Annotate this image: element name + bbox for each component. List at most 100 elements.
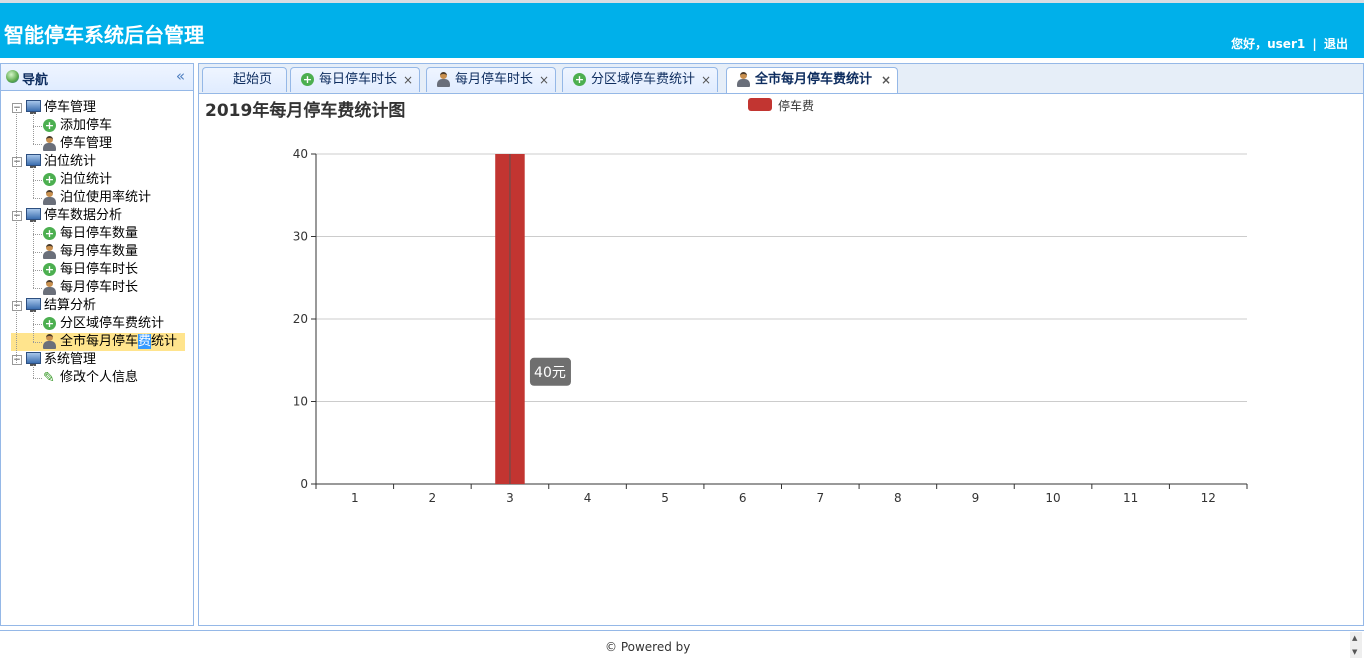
close-icon[interactable]: × bbox=[403, 68, 413, 92]
close-icon[interactable]: × bbox=[539, 68, 549, 92]
app-header: 智能停车系统后台管理 您好，user1 | 退出 bbox=[0, 3, 1364, 58]
user-box: 您好，user1 | 退出 bbox=[1231, 35, 1348, 52]
add-icon: + bbox=[573, 73, 586, 86]
close-icon[interactable]: × bbox=[701, 68, 711, 92]
collapse-toggle-icon[interactable]: − bbox=[12, 157, 22, 167]
collapse-toggle-icon[interactable]: − bbox=[12, 211, 22, 221]
tree-item[interactable]: 泊位使用率统计 bbox=[1, 189, 193, 207]
x-tick-label: 11 bbox=[1123, 491, 1138, 505]
tab-label: 分区域停车费统计 bbox=[591, 72, 696, 87]
x-tick-label: 4 bbox=[584, 491, 592, 505]
tab[interactable]: + 每日停车时长 × bbox=[290, 67, 420, 92]
computer-icon bbox=[26, 100, 41, 114]
x-tick-label: 7 bbox=[816, 491, 824, 505]
collapse-toggle-icon[interactable]: − bbox=[12, 301, 22, 311]
collapse-panel-button[interactable]: « bbox=[176, 67, 185, 85]
tree-group-label: 泊位统计 bbox=[44, 154, 97, 169]
logout-link[interactable]: 退出 bbox=[1324, 37, 1348, 51]
y-tick-label: 40 bbox=[293, 147, 308, 161]
x-tick-label: 12 bbox=[1201, 491, 1216, 505]
pencil-icon: ✎ bbox=[43, 370, 55, 386]
x-tick-label: 8 bbox=[894, 491, 902, 505]
scroll-up-icon[interactable]: ▲ bbox=[1352, 634, 1357, 642]
add-icon: + bbox=[43, 317, 56, 330]
y-tick-label: 20 bbox=[293, 312, 308, 326]
tree-item[interactable]: + 泊位统计 bbox=[1, 171, 193, 189]
tree-group[interactable]: − 泊位统计 bbox=[1, 153, 193, 171]
tree-connector bbox=[16, 109, 17, 365]
user-icon bbox=[737, 72, 750, 87]
label-part: 统计 bbox=[151, 334, 178, 349]
y-tick-label: 30 bbox=[293, 230, 308, 244]
tree-item[interactable]: ✎ 修改个人信息 bbox=[1, 369, 193, 387]
tree-item[interactable]: 每月停车时长 bbox=[1, 279, 193, 297]
tree-item[interactable]: 停车管理 bbox=[1, 135, 193, 153]
tree-item-label: 泊位使用率统计 bbox=[60, 190, 152, 205]
y-tick-label: 0 bbox=[300, 477, 308, 491]
x-tick-label: 5 bbox=[661, 491, 669, 505]
tab-label: 每月停车时长 bbox=[455, 72, 534, 87]
add-icon: + bbox=[43, 263, 56, 276]
nav-panel: 导航 « − 停车管理 + 添加停车 停车管理 − 泊位统计 + 泊位统计 泊位使用率统计 − 停车数… bbox=[0, 63, 194, 626]
tree-item-label: 修改个人信息 bbox=[60, 370, 139, 385]
x-tick-label: 10 bbox=[1045, 491, 1060, 505]
tree-group-label: 停车管理 bbox=[44, 100, 97, 115]
computer-icon bbox=[26, 352, 41, 366]
tree-item[interactable]: + 每日停车时长 bbox=[1, 261, 193, 279]
tree-connector bbox=[33, 378, 42, 379]
app-title: 智能停车系统后台管理 bbox=[4, 23, 204, 47]
footer-text: © Powered by bbox=[605, 640, 691, 654]
tab[interactable]: + 分区域停车费统计 × bbox=[562, 67, 718, 92]
tree-item-label: 添加停车 bbox=[60, 118, 113, 133]
tree-connector bbox=[33, 234, 42, 235]
nav-header: 导航 « bbox=[1, 64, 193, 91]
tree-item[interactable]: + 添加停车 bbox=[1, 117, 193, 135]
tree-group[interactable]: − 系统管理 bbox=[1, 351, 193, 369]
tree-group[interactable]: − 结算分析 bbox=[1, 297, 193, 315]
tree-connector bbox=[33, 113, 34, 144]
tree-item-label: 全市每月停车费统计 bbox=[60, 333, 177, 351]
tree-connector bbox=[33, 144, 42, 145]
tree-item-label: 每月停车数量 bbox=[60, 244, 139, 259]
header-separator: | bbox=[1312, 37, 1317, 51]
nav-title: 导航 bbox=[22, 73, 49, 88]
tab[interactable]: 全市每月停车费统计 × bbox=[726, 67, 898, 93]
tree-item-label: 停车管理 bbox=[60, 136, 113, 151]
computer-icon bbox=[26, 154, 41, 168]
scroll-down-icon[interactable]: ▼ bbox=[1352, 648, 1357, 656]
tree-group-label: 系统管理 bbox=[44, 352, 97, 367]
tree-item-label: 泊位统计 bbox=[60, 172, 113, 187]
tree-connector bbox=[33, 126, 42, 127]
user-icon bbox=[43, 190, 56, 205]
computer-icon bbox=[26, 208, 41, 222]
add-icon: + bbox=[301, 73, 314, 86]
computer-icon bbox=[26, 298, 41, 312]
user-icon bbox=[43, 280, 56, 295]
tab-label: 全市每月停车费统计 bbox=[755, 72, 873, 87]
scrollbar[interactable]: ▲ ▼ bbox=[1350, 632, 1362, 658]
collapse-toggle-icon[interactable]: − bbox=[12, 355, 22, 365]
tree-item[interactable]: + 每日停车数量 bbox=[1, 225, 193, 243]
tree-connector bbox=[33, 270, 42, 271]
label-highlight: 费 bbox=[138, 334, 152, 349]
add-icon: + bbox=[43, 227, 56, 240]
x-tick-label: 1 bbox=[351, 491, 359, 505]
collapse-toggle-icon[interactable]: − bbox=[12, 103, 22, 113]
tab[interactable]: 起始页 bbox=[202, 67, 287, 92]
add-icon: + bbox=[43, 119, 56, 132]
tabs-bar: 起始页 + 每日停车时长 × 每月停车时长 × + 分区域停车费统计 × 全市每月停车费统计 × bbox=[199, 64, 1363, 94]
tree-item[interactable]: 每月停车数量 bbox=[1, 243, 193, 261]
tree-item[interactable]: + 分区域停车费统计 bbox=[1, 315, 193, 333]
tab[interactable]: 每月停车时长 × bbox=[426, 67, 556, 92]
x-tick-label: 2 bbox=[429, 491, 437, 505]
label-part: 全市每月停车 bbox=[60, 334, 139, 349]
tree-connector bbox=[33, 365, 34, 378]
tree-group[interactable]: − 停车数据分析 bbox=[1, 207, 193, 225]
tree-connector bbox=[33, 324, 42, 325]
tab-label: 起始页 bbox=[233, 72, 273, 87]
chart-canvas: 0102030401 2 3 4 5 6 7 8 9 10 11 1240元 bbox=[293, 147, 1248, 505]
close-icon[interactable]: × bbox=[881, 68, 891, 92]
tree-group[interactable]: − 停车管理 bbox=[1, 99, 193, 117]
tree-connector bbox=[33, 221, 34, 288]
tree-connector bbox=[33, 167, 34, 198]
